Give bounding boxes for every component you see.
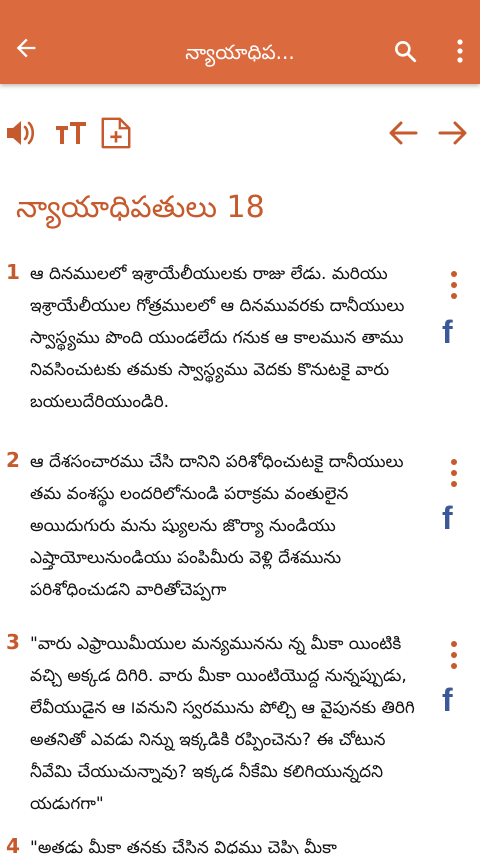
verse-number: 1	[6, 260, 20, 284]
previous-chapter-arrow-icon[interactable]	[386, 116, 420, 150]
verse-item: 1 ఆ దినములలో ఇశ్రాయేలీయులకు రాజు లేడు. మ…	[0, 258, 480, 454]
reader-toolbar	[0, 110, 480, 154]
verse-text: ఆ దినములలో ఇశ్రాయేలీయులకు రాజు లేడు. మరి…	[30, 264, 405, 412]
text-size-icon[interactable]	[54, 116, 88, 150]
more-vertical-icon[interactable]	[444, 456, 464, 490]
more-vertical-icon[interactable]	[450, 36, 470, 66]
add-note-icon[interactable]	[98, 116, 134, 150]
verse-text: "వారు ఎఫ్రాయిమీయుల మన్యమునను న్న మీకా యి…	[30, 634, 415, 814]
verse-number: 3	[6, 630, 20, 654]
verse-item: 2 ఆ దేశసంచారము చేసి దానిని పరిశోధించుటకై…	[0, 446, 480, 626]
facebook-share-icon[interactable]: f	[442, 314, 464, 350]
verse-item: 4 "అతడు మీకా తనకు చేసిన విధము చెప్పి మీక…	[0, 836, 480, 854]
facebook-share-icon[interactable]: f	[442, 500, 464, 536]
more-vertical-icon[interactable]	[444, 638, 464, 672]
facebook-share-icon[interactable]: f	[442, 682, 464, 718]
chapter-title: న్యాయాధిపతులు 18	[16, 190, 265, 225]
verse-text: ఆ దేశసంచారము చేసి దానిని పరిశోధించుటకై ద…	[30, 452, 404, 600]
speaker-icon[interactable]	[4, 116, 38, 150]
verse-number: 2	[6, 448, 20, 472]
app-bar: న్యాయాధిప...	[0, 0, 480, 84]
verse-text: "అతడు మీకా తనకు చేసిన విధము చెప్పి మీకా	[30, 838, 337, 854]
verse-item: 3 "వారు ఎఫ్రాయిమీయుల మన్యమునను న్న మీకా …	[0, 628, 480, 828]
next-chapter-arrow-icon[interactable]	[436, 116, 470, 150]
search-icon[interactable]	[392, 38, 418, 64]
verse-number: 4	[6, 836, 20, 854]
more-vertical-icon[interactable]	[444, 268, 464, 302]
